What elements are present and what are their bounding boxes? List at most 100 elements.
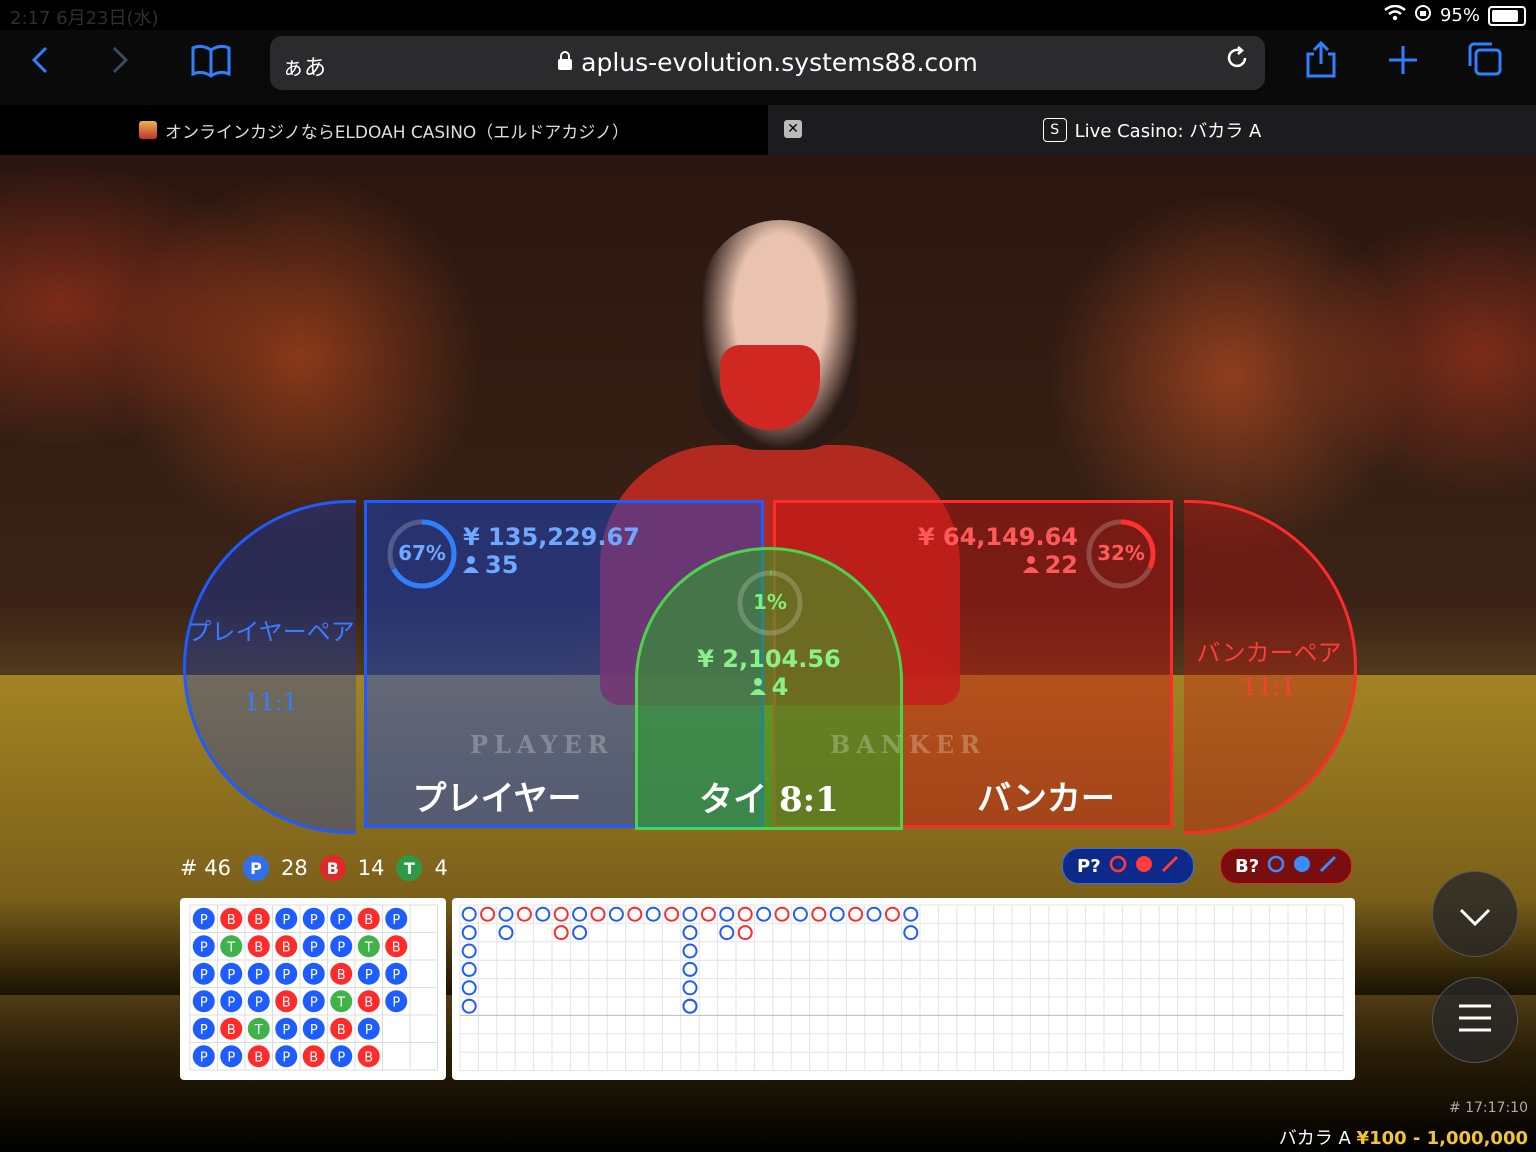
player-amount: ¥ 135,229.67 [463, 523, 640, 551]
bead-label: B [227, 913, 236, 928]
player-pair-label: プレイヤーペア [187, 618, 355, 646]
tabs-overview-icon[interactable] [1466, 40, 1504, 91]
banker-wins-count: 14 [357, 856, 385, 880]
bead-label: P [337, 940, 345, 955]
big-road-mark [553, 925, 569, 941]
banker-bettors: 22 [1022, 551, 1078, 579]
bookmarks-icon[interactable] [190, 40, 232, 91]
bead-label: P [282, 968, 290, 983]
forward-icon[interactable] [108, 40, 132, 91]
bead-label: P [200, 940, 208, 955]
back-icon[interactable] [28, 40, 52, 91]
bead-label: B [364, 1050, 373, 1065]
player-wins-count: 28 [281, 856, 308, 880]
person-icon [1022, 551, 1039, 579]
big-road-mark [682, 925, 698, 941]
reload-icon[interactable] [1223, 44, 1251, 79]
big-road-mark [737, 906, 753, 922]
bead-label: B [254, 940, 263, 955]
tab-eldoah-casino[interactable]: オンラインカジノならELDOAH CASINO（エルドアカジノ） ✕ [0, 105, 802, 155]
address-bar[interactable]: ぁあ aplus-evolution.systems88.com [270, 36, 1265, 90]
predict-big-road-icon [1267, 855, 1285, 878]
bead-label: P [282, 1050, 290, 1065]
bead-label: B [227, 1023, 236, 1038]
bead-label: P [200, 1023, 208, 1038]
tab-live-casino[interactable]: S Live Casino: バカラ A [768, 105, 1536, 155]
big-road-mark [737, 925, 753, 941]
big-road-mark [608, 906, 624, 922]
share-icon[interactable] [1304, 40, 1338, 91]
bead-label: B [254, 913, 263, 928]
bead-label: T [254, 1023, 263, 1038]
banker-predict-button[interactable]: B? [1220, 848, 1353, 884]
bead-label: P [200, 968, 208, 983]
menu-button[interactable] [1432, 977, 1518, 1063]
big-road-mark [461, 943, 477, 959]
bead-label: T [336, 995, 345, 1010]
bead-label: B [309, 1050, 318, 1065]
big-road-mark [719, 925, 735, 941]
big-road-mark [535, 906, 551, 922]
game-id: # 17:17:10 [1448, 1100, 1528, 1116]
big-road-mark [829, 906, 845, 922]
bead-label: P [310, 1023, 318, 1038]
bet-spot-tie[interactable]: 1% ¥ 2,104.56 4 タイ 8:1 [635, 547, 903, 830]
live-video-area: プレイヤーペア 11:1 67% ¥ 135,229.67 35 プレイヤー ¥… [0, 155, 1536, 1152]
table-limits: バカラ A ¥100 - 1,000,000 [1279, 1124, 1528, 1150]
tie-count: 4 [434, 856, 448, 880]
bead-label: B [337, 968, 346, 983]
browser-toolbar: ぁあ aplus-evolution.systems88.com [0, 30, 1536, 105]
bead-road[interactable]: PPPPPPBTPPBPBBPPTBPBPBPPPPPPPBPPBTBPBTPB… [180, 898, 446, 1080]
bead-label: P [337, 1050, 345, 1065]
bead-label: P [227, 995, 235, 1010]
bead-road-grid: PPPPPPBTPPBPBBPPTBPBPBPPPPPPPBPPBTBPBTPB… [189, 904, 438, 1071]
tie-bettors: 4 [638, 673, 900, 701]
url-text[interactable]: aplus-evolution.systems88.com [270, 48, 1265, 77]
eldoah-favicon-icon [139, 121, 158, 139]
tab-title: オンラインカジノならELDOAH CASINO（エルドアカジノ） [165, 122, 629, 143]
big-road-mark [461, 998, 477, 1014]
bead-label: P [365, 968, 373, 983]
big-road-mark [516, 906, 532, 922]
big-road-mark [811, 906, 827, 922]
collapse-button[interactable] [1432, 871, 1518, 957]
big-road-mark [884, 906, 900, 922]
player-predict-button[interactable]: P? [1062, 848, 1194, 884]
tab-title: Live Casino: バカラ A [1074, 121, 1262, 142]
big-road-mark [572, 906, 588, 922]
bead-label: P [310, 995, 318, 1010]
big-road-mark [461, 925, 477, 941]
big-road-mark [572, 925, 588, 941]
bet-limits: ¥100 - 1,000,000 [1356, 1128, 1528, 1149]
big-road-mark [792, 906, 808, 922]
hamburger-icon [1457, 997, 1493, 1043]
bead-label: T [226, 940, 235, 955]
tie-percent: 1% [753, 590, 787, 614]
bead-label: P [310, 968, 318, 983]
bead-label: P [337, 913, 345, 928]
tie-amount: ¥ 2,104.56 [697, 645, 841, 673]
bead-label: P [310, 913, 318, 928]
tie-count-badge: T [396, 855, 423, 881]
big-road-mark [480, 906, 496, 922]
new-tab-icon[interactable] [1386, 40, 1420, 91]
table-print-player: PLAYER [470, 730, 614, 759]
big-road-mark [756, 906, 772, 922]
battery-percent: 95% [1439, 5, 1480, 26]
banker-amount: ¥ 64,149.64 [917, 523, 1078, 551]
big-road-mark [664, 906, 680, 922]
big-road-mark [774, 906, 790, 922]
player-pair-payout: 11:1 [244, 688, 298, 716]
big-road-mark [682, 943, 698, 959]
predict-small-road-icon [1135, 855, 1153, 878]
chevron-down-icon [1458, 891, 1492, 937]
banker-pair-payout: 11:1 [1242, 673, 1296, 701]
person-icon [463, 551, 479, 579]
big-road-mark [461, 980, 477, 996]
scoreboard-roads[interactable] [452, 898, 1355, 1080]
bead-label: P [365, 1023, 373, 1038]
banker-percent: 32% [1097, 541, 1145, 565]
big-road-mark [719, 906, 735, 922]
predict-cockroach-icon [1161, 855, 1179, 878]
bead-label: P [392, 968, 400, 983]
